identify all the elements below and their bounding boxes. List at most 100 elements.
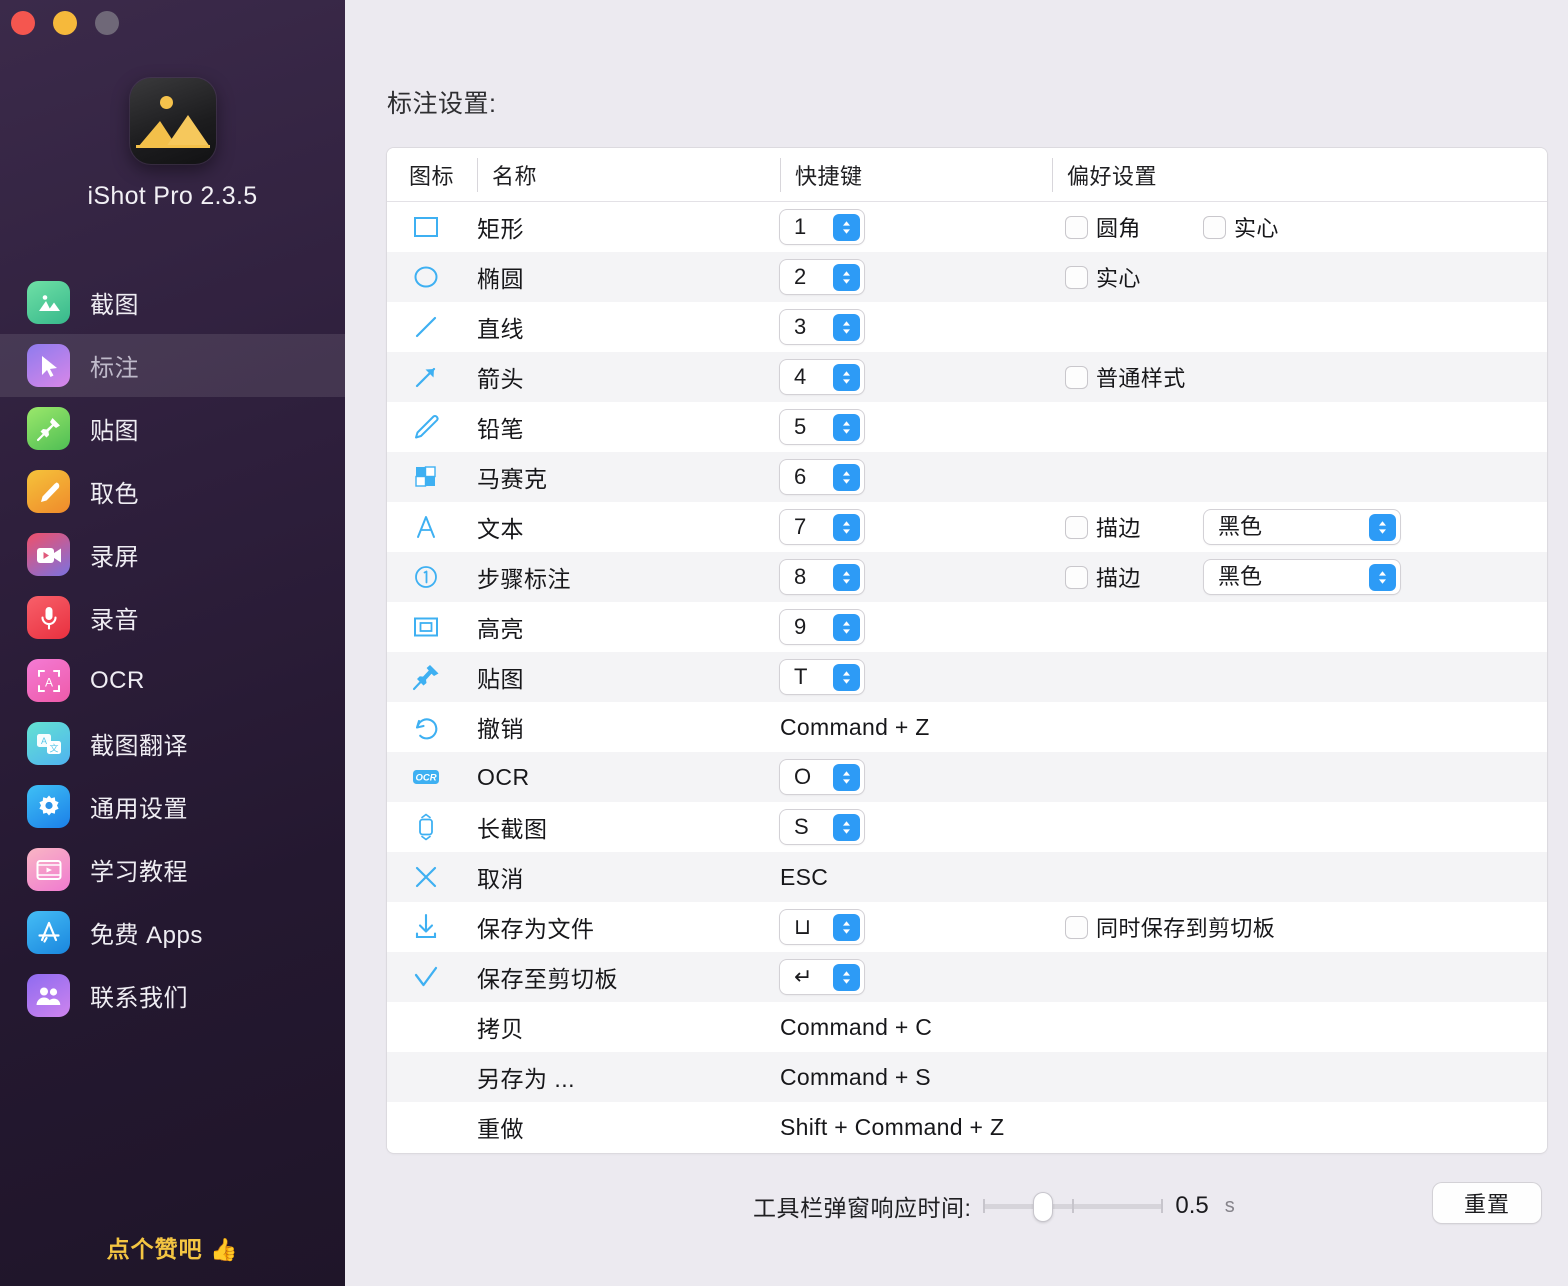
stepper-arrows-icon[interactable] [833,313,860,341]
column-header-shortcut: 快捷键 [780,157,1052,192]
shortcut-stepper[interactable]: ↵ [780,960,864,994]
sidebar-item-tutorial[interactable]: 学习教程 [0,838,345,901]
checkbox-box-icon[interactable] [1066,266,1087,288]
sidebar-item-annotate[interactable]: 标注 [0,334,345,397]
stepper-arrows-icon[interactable] [833,613,860,641]
stepper-arrows-icon[interactable] [833,913,860,941]
row-preferences-cell: 圆角 实心 [1052,202,1547,252]
close-button[interactable] [11,11,35,35]
row-icon-cell [387,1002,477,1052]
stepper-arrows-icon[interactable] [833,213,860,241]
shortcut-stepper[interactable]: 6 [780,460,864,494]
preference-checkbox[interactable]: 圆角 [1066,211,1141,243]
row-icon-cell [387,602,477,652]
preference-slot: 黑色 [1204,560,1400,594]
minimize-button[interactable] [53,11,77,35]
table-row: 另存为 ... Command + S [387,1052,1547,1102]
praise-link[interactable]: 点个赞吧 👍 [0,1230,345,1264]
shortcut-stepper[interactable]: 4 [780,360,864,394]
shortcut-stepper[interactable]: T [780,660,864,694]
checkbox-box-icon[interactable] [1066,516,1087,538]
checkbox-box-icon[interactable] [1066,566,1087,588]
save-file-icon [409,910,443,944]
sidebar-item-contact-us[interactable]: 联系我们 [0,964,345,1027]
preference-checkbox[interactable]: 普通样式 [1066,361,1186,393]
sidebar-item-audio-record[interactable]: 录音 [0,586,345,649]
shortcut-stepper[interactable]: 7 [780,510,864,544]
stepper-arrows-icon[interactable] [833,263,860,291]
preference-checkbox[interactable]: 实心 [1066,261,1141,293]
stepper-arrows-icon[interactable] [833,463,860,491]
gear-icon [27,785,70,828]
checkbox-box-icon[interactable] [1066,366,1087,388]
color-select[interactable]: 黑色 [1204,560,1400,594]
checkbox-box-icon[interactable] [1066,916,1087,938]
row-preferences-cell: 同时保存到剪切板 [1052,902,1547,952]
checkbox-box-icon[interactable] [1066,216,1087,238]
svg-text:A: A [44,675,52,689]
stepper-arrows-icon[interactable] [833,663,860,691]
shortcut-stepper[interactable]: 3 [780,310,864,344]
reset-button[interactable]: 重置 [1433,1183,1541,1223]
sidebar-item-color-picker[interactable]: 取色 [0,460,345,523]
shortcut-value: 5 [794,414,807,439]
row-preferences-cell [1052,1102,1547,1152]
long-screenshot-icon [409,810,443,844]
table-row: OCR OCR O [387,752,1547,802]
popup-delay-label: 工具栏弹窗响应时间: [753,1195,972,1221]
stepper-arrows-icon[interactable] [833,363,860,391]
table-row: 箭头 4 普通样式 [387,352,1547,402]
row-preferences-cell [1052,752,1547,802]
preference-slot: 黑色 [1204,510,1400,544]
stepper-arrows-icon[interactable] [833,513,860,541]
popup-delay-slider[interactable] [983,1193,1164,1221]
row-name: 铅笔 [477,416,524,442]
table-row: 长截图 S [387,802,1547,852]
row-shortcut-cell: Shift + Command + Z [780,1102,1052,1152]
shortcut-stepper[interactable]: 2 [780,260,864,294]
preference-checkbox[interactable]: 描边 [1066,511,1141,543]
shortcut-value: 7 [794,514,807,539]
row-icon-cell [387,252,477,302]
checkbox-box-icon[interactable] [1204,216,1225,238]
stepper-arrows-icon[interactable] [833,563,860,591]
row-preferences-cell: 描边 黑色 [1052,552,1547,602]
tutorial-icon [27,848,70,891]
select-arrows-icon[interactable] [1369,563,1396,591]
table-row: 拷贝 Command + C [387,1002,1547,1052]
color-select[interactable]: 黑色 [1204,510,1400,544]
row-shortcut-cell: ↵ [780,952,1052,1002]
stepper-arrows-icon[interactable] [833,413,860,441]
stepper-arrows-icon[interactable] [833,963,860,991]
shortcut-stepper[interactable]: O [780,760,864,794]
mosaic-icon [409,460,443,494]
shortcut-value: 8 [794,564,807,589]
sidebar-item-ocr[interactable]: A OCR [0,649,345,712]
sidebar-item-free-apps[interactable]: 免费 Apps [0,901,345,964]
row-name: 撤销 [477,716,524,742]
shortcut-text: Shift + Command + Z [780,1113,1005,1140]
sidebar-item-screen-record[interactable]: 录屏 [0,523,345,586]
app-hero: iShot Pro 2.3.5 [0,78,345,211]
stepper-arrows-icon[interactable] [833,763,860,791]
sidebar-item-pin-image[interactable]: 贴图 [0,397,345,460]
shortcut-stepper[interactable]: S [780,810,864,844]
preference-checkbox[interactable]: 同时保存到剪切板 [1066,911,1275,943]
stepper-arrows-icon[interactable] [833,813,860,841]
sidebar-item-label: OCR [90,666,145,694]
sidebar-item-screenshot[interactable]: 截图 [0,271,345,334]
shortcut-stepper[interactable]: 1 [780,210,864,244]
select-arrows-icon[interactable] [1369,513,1396,541]
sidebar-item-general-settings[interactable]: 通用设置 [0,775,345,838]
sidebar-item-translate[interactable]: A 文 截图翻译 [0,712,345,775]
zoom-button[interactable] [95,11,119,35]
shortcut-value: 6 [794,464,807,489]
row-preferences-cell [1052,302,1547,352]
shortcut-stepper[interactable]: ⊔ [780,910,864,944]
shortcut-stepper[interactable]: 9 [780,610,864,644]
shortcut-stepper[interactable]: 5 [780,410,864,444]
preference-checkbox[interactable]: 实心 [1204,211,1279,243]
shortcut-stepper[interactable]: 8 [780,560,864,594]
preference-checkbox[interactable]: 描边 [1066,561,1141,593]
slider-knob[interactable] [1033,1193,1052,1221]
